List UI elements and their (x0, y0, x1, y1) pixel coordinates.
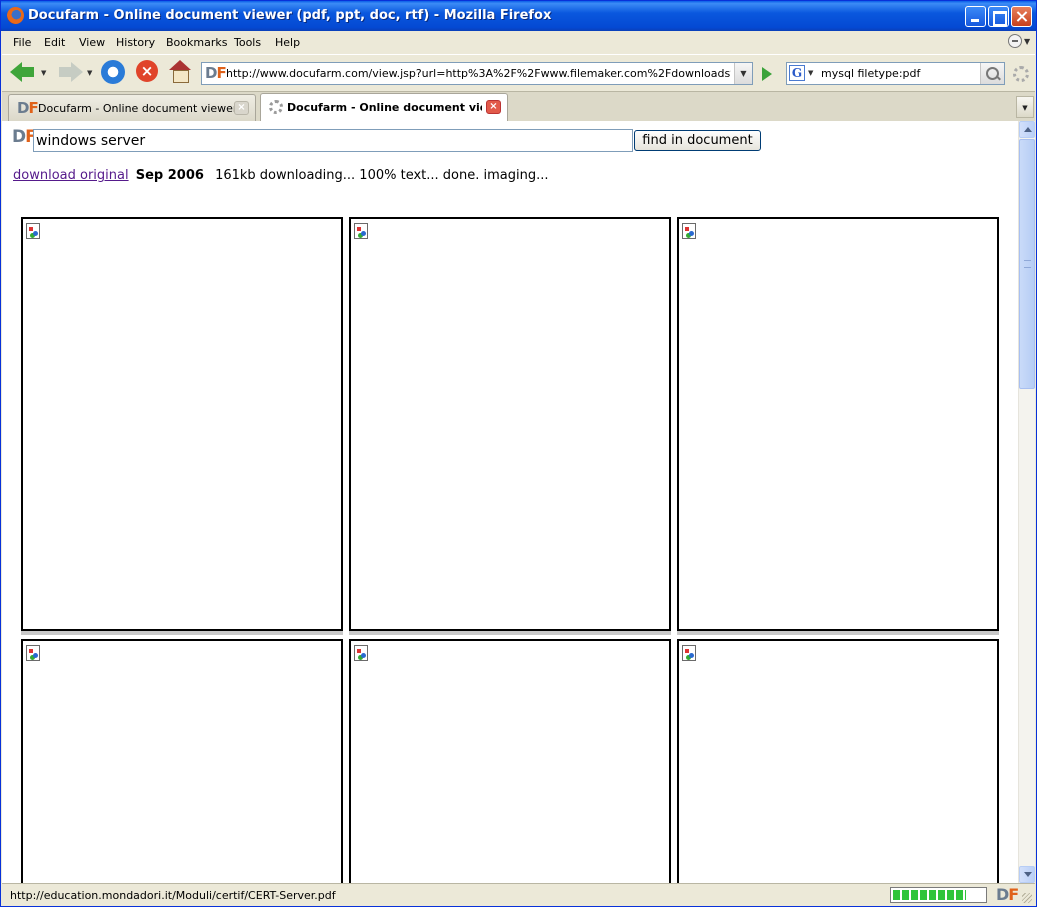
back-history-dropdown-icon[interactable]: ▼ (41, 69, 46, 77)
broken-image-icon (682, 223, 696, 239)
progress-fill (893, 890, 966, 900)
home-button[interactable] (169, 60, 191, 83)
search-bar: G ▼ (786, 62, 1005, 85)
forward-history-dropdown-icon[interactable]: ▼ (87, 69, 92, 77)
status-bar: http://education.mondadori.it/Moduli/cer… (2, 883, 1035, 906)
page-content: DF find in document download original Se… (2, 121, 1018, 883)
resize-grip[interactable] (1022, 893, 1032, 903)
scroll-thumb[interactable] (1019, 139, 1035, 389)
browser-window: Docufarm - Online document viewer (pdf, … (0, 0, 1037, 907)
page-load-progress-bar (890, 887, 987, 903)
download-original-link[interactable]: download original (13, 168, 129, 183)
tab-docufarm-2-active[interactable]: Docufarm - Online document vie... × (260, 93, 508, 121)
status-text: http://education.mondadori.it/Moduli/cer… (10, 889, 336, 902)
menu-history[interactable]: History (116, 36, 155, 49)
menu-edit[interactable]: Edit (44, 36, 65, 49)
site-favicon-icon: DF (205, 64, 227, 82)
stop-button[interactable]: × (136, 60, 158, 82)
list-all-tabs-button[interactable]: ▼ (1016, 96, 1034, 118)
tab-docufarm-1[interactable]: DF Docufarm - Online document viewer (p.… (8, 94, 256, 121)
page-thumbnail[interactable] (349, 639, 671, 883)
url-history-dropdown-button[interactable]: ▼ (734, 63, 752, 84)
minimize-button[interactable] (965, 6, 986, 27)
menu-bookmarks[interactable]: Bookmarks (166, 36, 227, 49)
reload-button[interactable] (101, 60, 125, 84)
search-input[interactable] (819, 63, 979, 84)
scroll-up-button[interactable] (1019, 121, 1035, 138)
vertical-scrollbar[interactable] (1018, 121, 1035, 883)
go-button[interactable] (757, 64, 777, 84)
chevron-down-icon[interactable]: ▼ (1024, 37, 1030, 46)
processing-status: 161kb downloading... 100% text... done. … (215, 168, 549, 183)
url-text[interactable]: http://www.docufarm.com/view.jsp?url=htt… (226, 67, 731, 80)
find-in-document-input[interactable] (33, 129, 633, 152)
document-info-line: download original Sep 2006 161kb downloa… (13, 168, 548, 183)
close-tab-button[interactable]: × (234, 101, 249, 115)
page-thumbnail[interactable] (21, 217, 343, 631)
document-date: Sep 2006 (135, 168, 204, 183)
broken-image-icon (26, 645, 40, 661)
find-in-document-button[interactable]: find in document (634, 130, 761, 151)
menu-file[interactable]: File (13, 36, 31, 49)
search-engine-dropdown-icon[interactable]: ▼ (808, 69, 813, 77)
back-button[interactable] (10, 60, 36, 84)
docufarm-addon-icon[interactable]: DF (996, 885, 1019, 904)
menu-view[interactable]: View (79, 36, 105, 49)
forward-button[interactable] (57, 60, 83, 84)
page-thumbnail[interactable] (677, 217, 999, 631)
docufarm-favicon-icon: DF (17, 99, 39, 117)
maximize-button[interactable] (988, 6, 1009, 27)
tab-label: Docufarm - Online document vie... (287, 101, 482, 114)
activity-indicator-icon[interactable] (1008, 34, 1022, 48)
menu-tools[interactable]: Tools (234, 36, 261, 49)
tab-label: Docufarm - Online document viewer (p... (38, 102, 238, 115)
google-engine-icon[interactable]: G (789, 65, 805, 81)
broken-image-icon (682, 645, 696, 661)
broken-image-icon (26, 223, 40, 239)
menu-help[interactable]: Help (275, 36, 300, 49)
close-tab-button[interactable]: × (486, 100, 501, 114)
window-title: Docufarm - Online document viewer (pdf, … (28, 8, 552, 23)
close-window-button[interactable] (1011, 6, 1032, 27)
firefox-logo-icon (7, 7, 24, 24)
page-thumbnail[interactable] (21, 639, 343, 883)
navigation-toolbar: ▼ ▼ × DF http://www.docufarm.com/view.js… (2, 54, 1035, 90)
page-thumbnail[interactable] (349, 217, 671, 631)
title-bar[interactable]: Docufarm - Online document viewer (pdf, … (1, 1, 1036, 31)
scroll-down-button[interactable] (1019, 866, 1035, 883)
broken-image-icon (354, 223, 368, 239)
page-thumbnail[interactable] (677, 639, 999, 883)
address-bar[interactable]: DF http://www.docufarm.com/view.jsp?url=… (201, 62, 753, 85)
search-icon[interactable] (980, 63, 1004, 84)
loading-throbber-icon (1013, 66, 1029, 82)
tab-loading-spinner-icon (269, 100, 283, 114)
tab-bar: DF Docufarm - Online document viewer (p.… (2, 91, 1035, 121)
broken-image-icon (354, 645, 368, 661)
menu-bar: File Edit View History Bookmarks Tools H… (2, 31, 1035, 53)
